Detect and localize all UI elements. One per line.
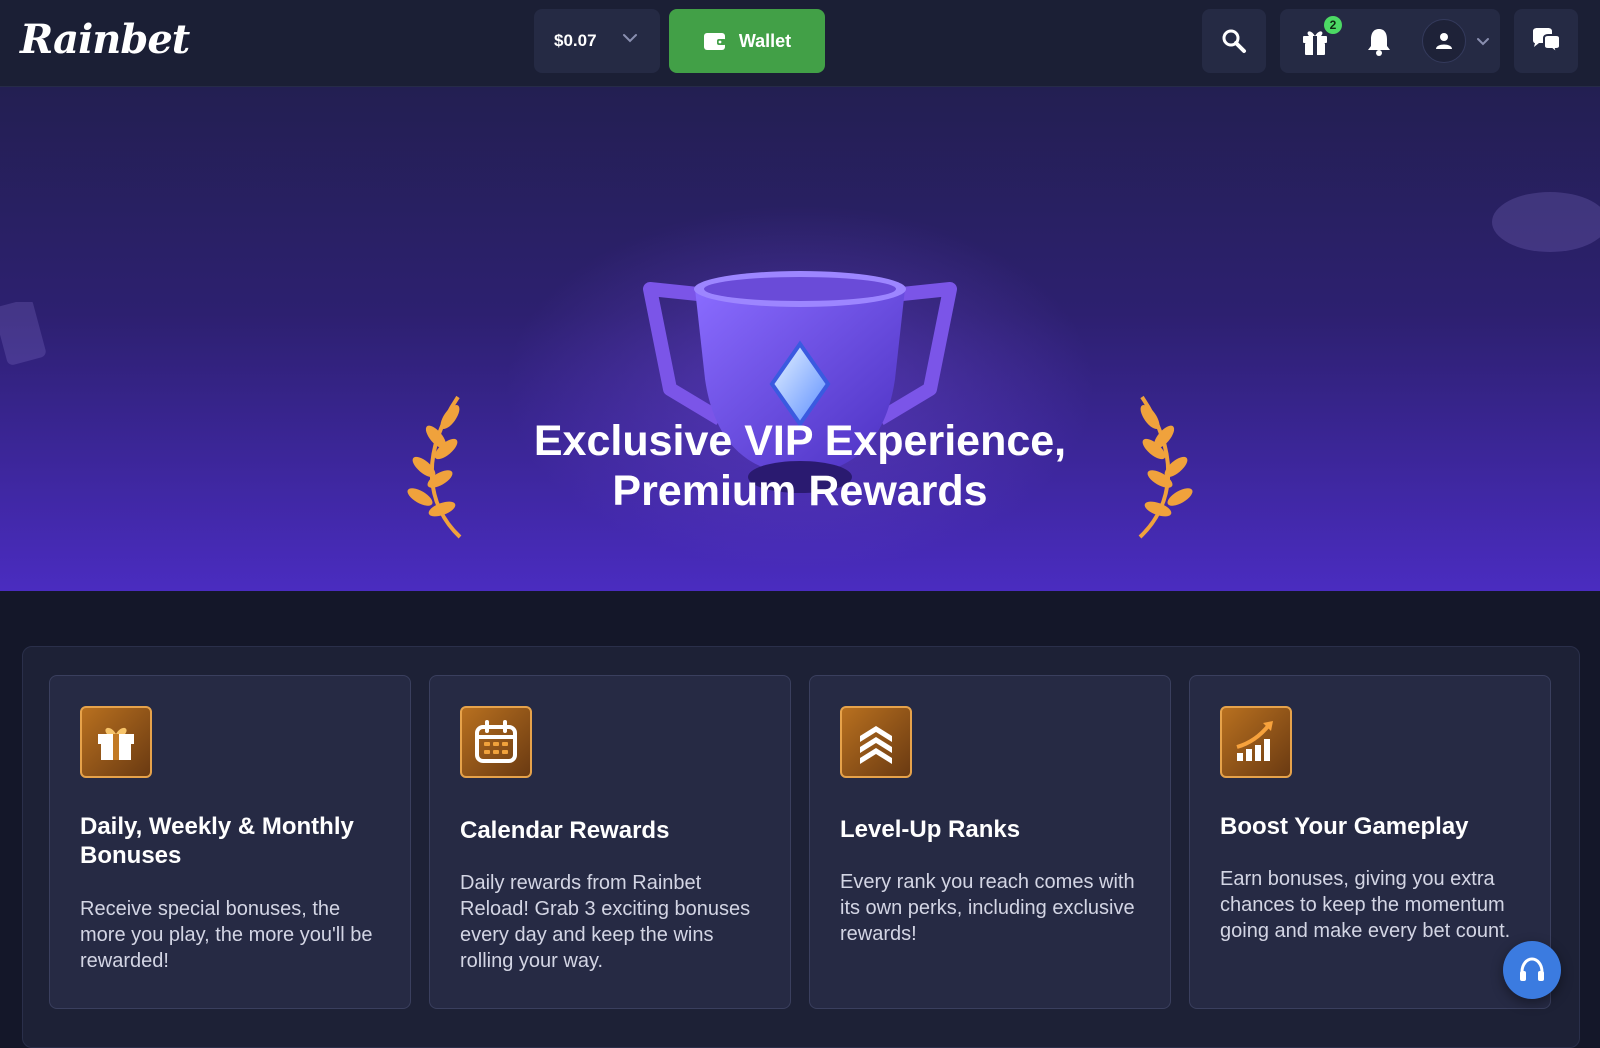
user-actions-group: 2 bbox=[1280, 9, 1500, 73]
wallet-label: Wallet bbox=[738, 30, 792, 51]
vip-features-panel: Daily, Weekly & Monthly Bonuses Receive … bbox=[22, 646, 1580, 1048]
vip-hero-banner: Exclusive VIP Experience, Premium Reward… bbox=[0, 87, 1600, 591]
headset-icon bbox=[1520, 957, 1544, 981]
live-support-button[interactable] bbox=[1503, 941, 1561, 999]
rewards-button[interactable]: 2 bbox=[1300, 16, 1342, 56]
balance-selector[interactable]: $0.07 bbox=[534, 9, 660, 73]
avatar[interactable] bbox=[1422, 19, 1466, 63]
top-bar: Rainbet $0.07 Wallet 2 bbox=[0, 0, 1600, 87]
hero-title-line1: Exclusive VIP Experience, bbox=[533, 417, 1067, 465]
chat-icon bbox=[1533, 28, 1561, 55]
bell-icon bbox=[1368, 29, 1390, 56]
feature-title: Daily, Weekly & Monthly Bonuses bbox=[80, 813, 354, 869]
feature-card-calendar: Calendar Rewards Daily rewards from Rain… bbox=[429, 675, 791, 1009]
search-button[interactable] bbox=[1202, 9, 1266, 73]
feature-card-boost: Boost Your Gameplay Earn bonuses, giving… bbox=[1189, 675, 1551, 1009]
feature-title: Calendar Rewards bbox=[460, 817, 670, 844]
rank-chevrons-icon bbox=[840, 706, 912, 778]
feature-description: Every rank you reach comes with its own … bbox=[840, 871, 1135, 945]
feature-title: Boost Your Gameplay bbox=[1220, 813, 1469, 840]
gift-count-badge: 2 bbox=[1324, 16, 1342, 34]
balance-amount: $0.07 bbox=[554, 31, 597, 50]
hero-title-line2: Premium Rewards bbox=[612, 467, 988, 515]
rainbet-logo[interactable]: Rainbet bbox=[20, 12, 190, 68]
wallet-button[interactable]: Wallet bbox=[669, 9, 825, 73]
feature-description: Daily rewards from Rainbet Reload! Grab … bbox=[460, 872, 751, 972]
chevron-down-icon bbox=[623, 34, 637, 43]
feature-title: Level-Up Ranks bbox=[840, 816, 1021, 843]
search-icon bbox=[1222, 29, 1246, 53]
user-icon bbox=[1436, 33, 1452, 49]
poker-chip-decoration bbox=[1492, 192, 1600, 252]
feature-card-bonuses: Daily, Weekly & Monthly Bonuses Receive … bbox=[49, 675, 411, 1009]
feature-description: Receive special bonuses, the more you pl… bbox=[80, 898, 373, 972]
chat-button[interactable] bbox=[1514, 9, 1578, 73]
calendar-icon bbox=[460, 706, 532, 778]
wallet-icon bbox=[703, 33, 726, 50]
feature-description: Earn bonuses, giving you extra chances t… bbox=[1220, 868, 1511, 942]
chevron-down-icon[interactable] bbox=[1476, 37, 1490, 46]
gift-icon bbox=[80, 706, 152, 778]
feature-card-ranks: Level-Up Ranks Every rank you reach come… bbox=[809, 675, 1171, 1009]
growth-chart-icon bbox=[1220, 706, 1292, 778]
hero-title: Exclusive VIP Experience, Premium Reward… bbox=[0, 416, 1600, 516]
notifications-button[interactable] bbox=[1364, 26, 1394, 56]
card-decoration bbox=[0, 302, 46, 365]
